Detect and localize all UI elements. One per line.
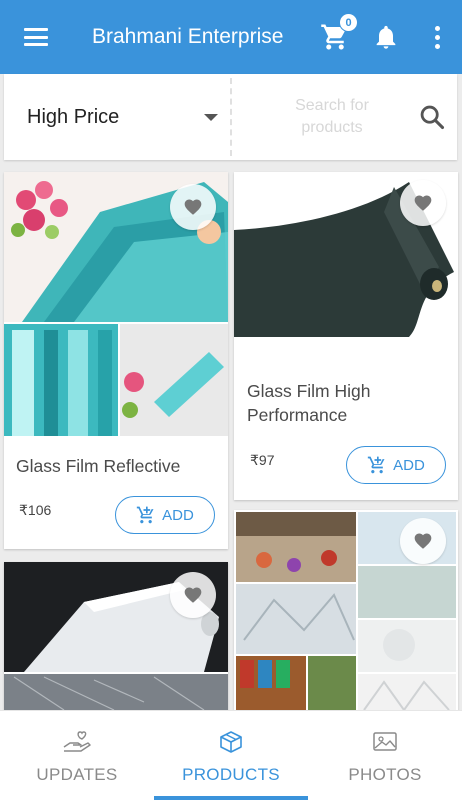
menu-button[interactable] xyxy=(0,0,72,74)
cart-button[interactable]: 0 xyxy=(310,0,360,74)
nav-updates[interactable]: UPDATES xyxy=(0,711,154,800)
add-label: ADD xyxy=(162,506,194,524)
app-title: Brahmani Enterprise xyxy=(92,25,284,48)
search-button[interactable] xyxy=(412,97,452,137)
sort-selected-value: High Price xyxy=(27,105,120,128)
search-icon xyxy=(420,105,445,130)
favorite-button[interactable] xyxy=(170,184,216,230)
favorite-button[interactable] xyxy=(170,572,216,618)
nav-photos-label: PHOTOS xyxy=(348,765,422,784)
add-to-cart-button[interactable]: ADD xyxy=(346,446,446,484)
product-price: ₹97 xyxy=(250,452,275,468)
nav-products[interactable]: PRODUCTS xyxy=(154,711,308,800)
favorite-button[interactable] xyxy=(400,518,446,564)
nav-updates-label: UPDATES xyxy=(36,765,118,784)
favorite-button[interactable] xyxy=(400,180,446,226)
heart-icon xyxy=(414,533,432,549)
product-price: ₹106 xyxy=(19,502,52,518)
more-options-button[interactable] xyxy=(412,0,462,74)
product-card[interactable] xyxy=(4,562,228,722)
nav-products-label: PRODUCTS xyxy=(182,765,280,784)
box-icon xyxy=(220,731,242,753)
heart-icon xyxy=(184,199,202,215)
dropdown-caret-icon xyxy=(204,113,218,121)
notifications-button[interactable] xyxy=(360,0,412,74)
filter-bar: High Price Search for products xyxy=(4,74,457,160)
cart-count-badge: 0 xyxy=(339,13,358,32)
product-name: Glass Film Reflective xyxy=(16,456,181,476)
product-card[interactable]: Glass Film High Performance ₹97 ADD xyxy=(234,172,458,500)
add-cart-icon xyxy=(136,506,154,524)
sort-dropdown[interactable]: High Price xyxy=(4,74,230,160)
photo-icon xyxy=(373,732,397,751)
active-tab-indicator xyxy=(154,796,308,800)
search-area: Search for products xyxy=(232,74,457,160)
product-card[interactable]: Glass Film Reflective ₹106 ADD xyxy=(4,172,228,549)
add-label: ADD xyxy=(393,456,425,474)
product-card[interactable] xyxy=(234,510,458,722)
heart-icon xyxy=(184,587,202,603)
heart-icon xyxy=(414,195,432,211)
menu-icon xyxy=(24,28,48,46)
search-input[interactable]: Search for products xyxy=(272,95,392,139)
nav-photos[interactable]: PHOTOS xyxy=(308,711,462,800)
more-vert-icon xyxy=(434,25,440,49)
bell-icon xyxy=(376,25,396,49)
bottom-navigation: UPDATES PRODUCTS PHOTOS xyxy=(0,710,462,800)
add-cart-icon xyxy=(367,456,385,474)
product-name: Glass Film High Performance xyxy=(247,381,371,425)
add-to-cart-button[interactable]: ADD xyxy=(115,496,215,534)
hand-heart-icon xyxy=(63,731,91,752)
app-bar: Brahmani Enterprise 0 xyxy=(0,0,462,74)
